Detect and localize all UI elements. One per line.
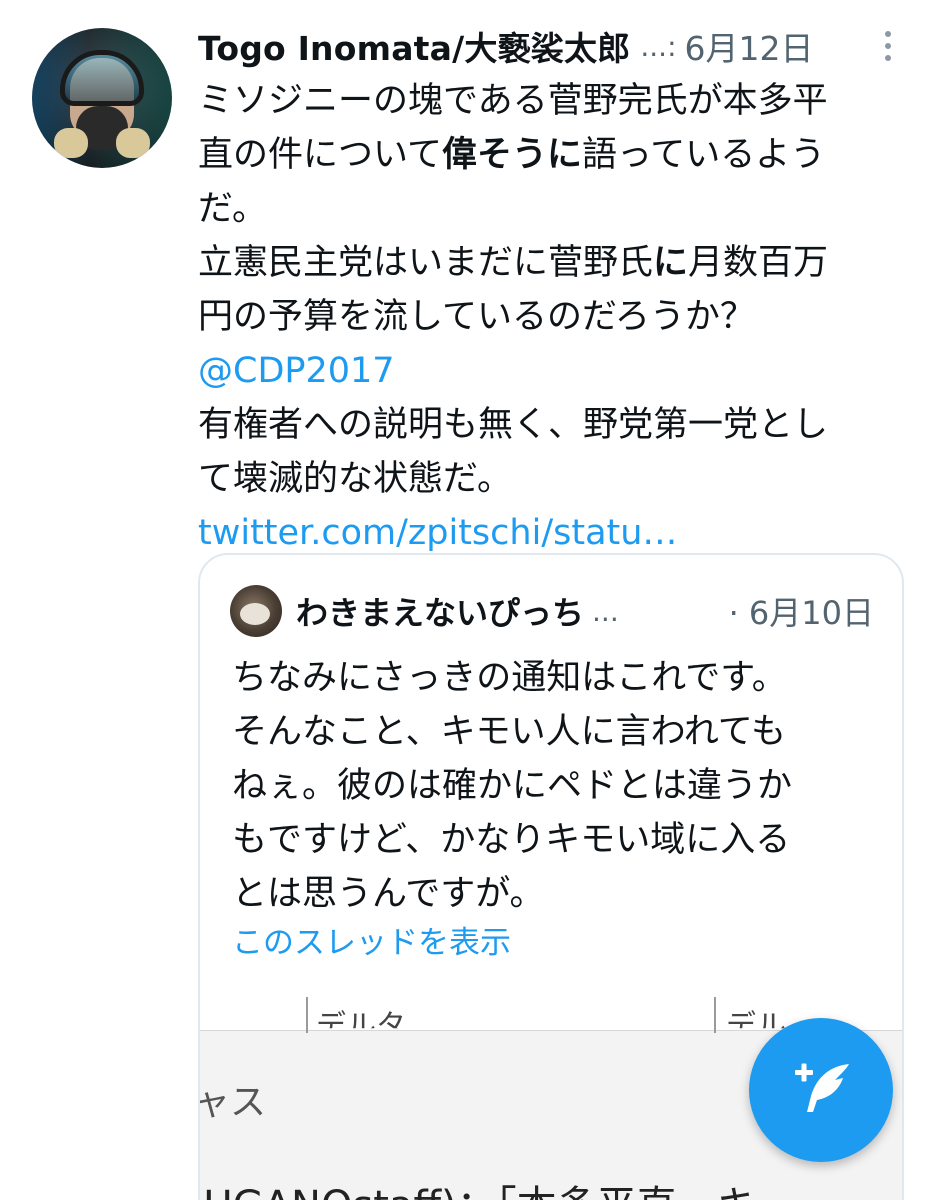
mention-link[interactable]: @CDP2017 [198, 344, 913, 398]
author-avatar[interactable] [32, 28, 172, 168]
tweet-text-segment: 立憲民主党はいまだに菅野氏 [198, 243, 654, 283]
quoted-author-avatar[interactable] [230, 585, 282, 637]
url-link[interactable]: twitter.com/zpitschi/statu… [198, 506, 913, 560]
date-separator: · [728, 594, 739, 632]
quoted-line: もですけど、かなりキモい域に入る [232, 820, 791, 860]
tweet-text-segment: 語っているよう [581, 135, 826, 175]
avatar-filter-left [54, 128, 88, 158]
tweet-line: 直の件について偉そうに語っているよう [198, 128, 913, 182]
quoted-line: とは思うんですが。 [232, 874, 545, 914]
tweet-text-segment: 月数百万 [688, 243, 829, 283]
quoted-line: ちなみにさっきの通知はこれです。 [232, 658, 787, 698]
tweet-line: て壊滅的な状態だ。 [198, 459, 512, 499]
tweet-bold-text: に [653, 243, 689, 283]
quoted-date-text: 6月10日 [748, 594, 874, 632]
tweet-header: Togo Inomata/大褻裟太郎 ...: 6月12日 [198, 22, 918, 70]
quoted-line: そんなこと、キモい人に言われても [232, 712, 787, 752]
quoted-author-name[interactable]: わきまえないぴっち [296, 588, 584, 634]
more-options-icon[interactable] [876, 26, 900, 66]
compose-quill-icon [795, 1063, 849, 1112]
tweet-bold-text: 偉そうに [441, 135, 582, 175]
quoted-tweet-date[interactable]: · 6月10日 [729, 588, 874, 634]
compose-tweet-button[interactable] [749, 1018, 893, 1162]
tweet-date[interactable]: 6月12日 [685, 22, 814, 70]
tweet-line: 有権者への説明も無く、野党第一党とし [198, 405, 829, 445]
show-thread-link[interactable]: このスレッドを表示 [232, 917, 511, 962]
image-row-content: SUGANOstaff)：「本多平直、キ [200, 1173, 757, 1200]
quoted-name-truncation: ... [592, 594, 619, 628]
image-column-label: デルタ [316, 1009, 406, 1044]
avatar-filter-right [116, 128, 150, 158]
quoted-tweet-text: ちなみにさっきの通知はこれです。 そんなこと、キモい人に言われても ねぇ。彼のは… [232, 651, 882, 921]
author-name[interactable]: Togo Inomata/大褻裟太郎 [198, 22, 630, 70]
tweet-text: ミソジニーの塊である菅野完氏が本多平 直の件について偉そうに語っているよう だ。… [198, 74, 913, 560]
tweet-text-segment: 直の件について [198, 135, 442, 175]
table-divider [306, 997, 308, 1033]
tweet-line: 立憲民主党はいまだに菅野氏に月数百万 [198, 236, 913, 290]
name-truncation: ...: [640, 29, 677, 63]
tweet-line: ミソジニーの塊である菅野完氏が本多平 [198, 81, 828, 121]
quoted-tweet-header: わきまえないぴっち ... · 6月10日 [230, 585, 874, 637]
image-row-label: ャス [200, 1082, 267, 1123]
quoted-line: ねぇ。彼のは確かにペドとは違うか [232, 766, 793, 806]
table-divider [714, 997, 716, 1033]
tweet-line: 円の予算を流しているのだろうか？ [198, 297, 755, 337]
tweet-line: だ。 [198, 189, 267, 229]
